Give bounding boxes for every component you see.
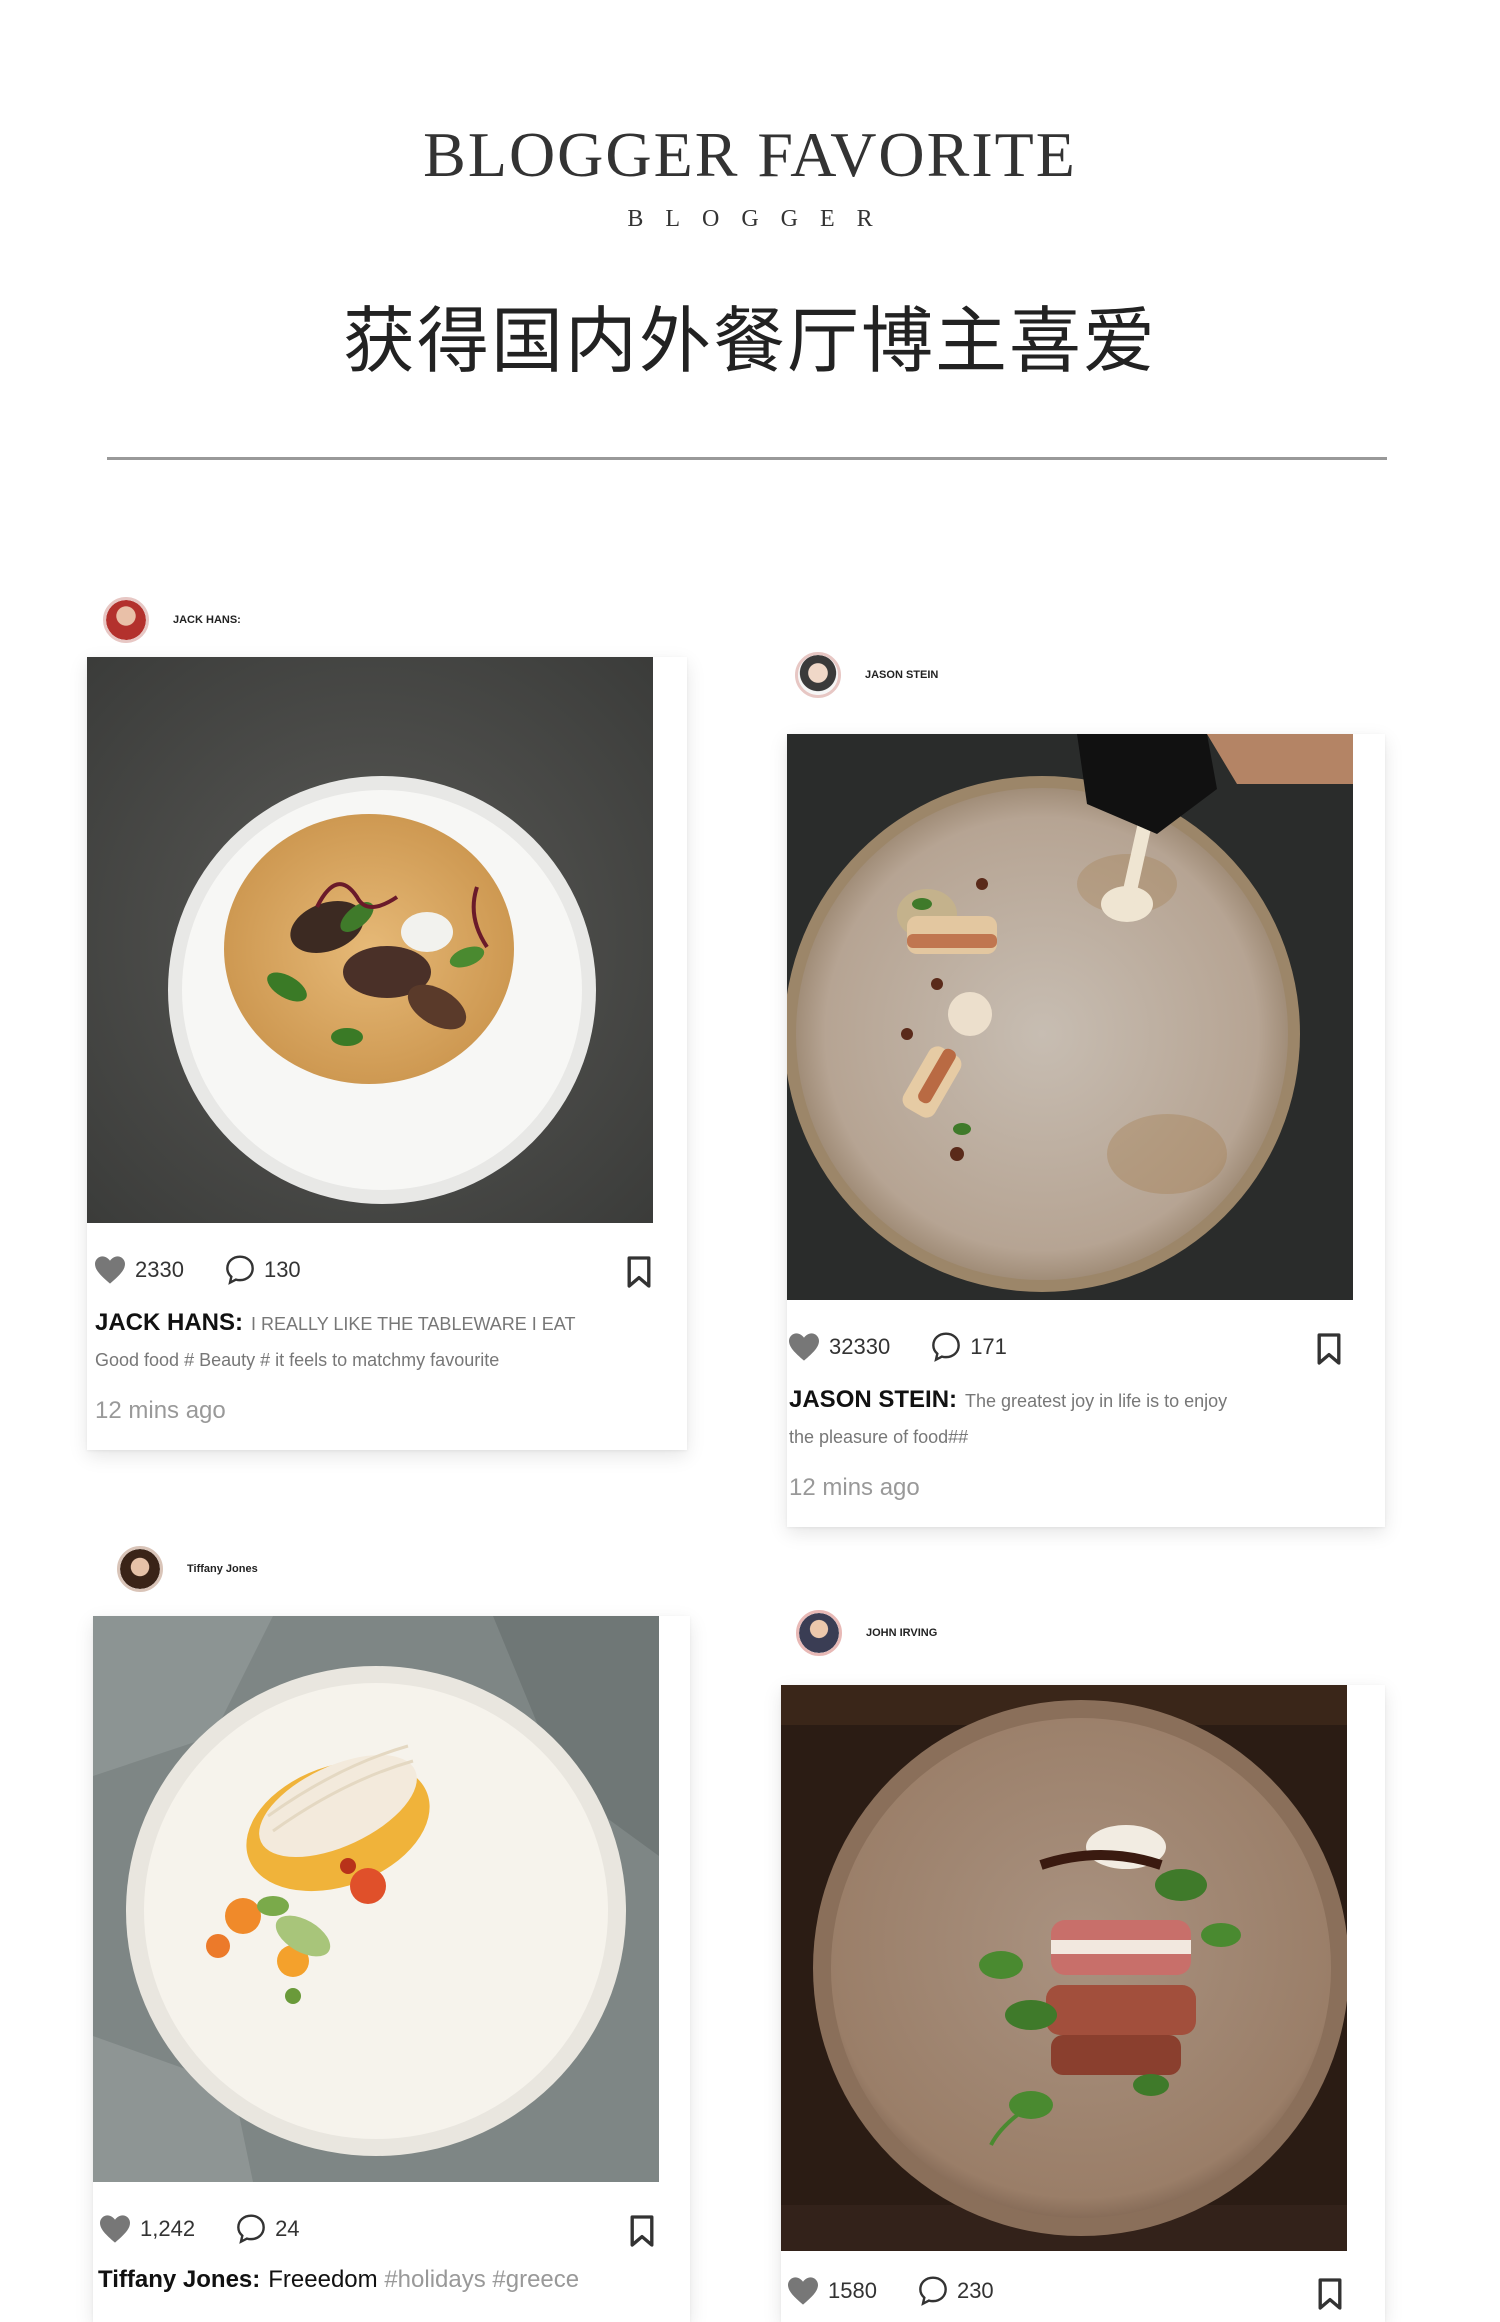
post-author[interactable]: JACK HANS: — [103, 597, 241, 643]
post-card: 2330 130 JACK HANS: I REALLY LIKE THE TAB… — [87, 657, 687, 1450]
author-name: Tiffany Jones — [187, 1563, 258, 1575]
section-divider — [107, 457, 1387, 460]
author-name: JASON STEIN — [865, 669, 939, 681]
post-photo[interactable] — [87, 657, 653, 1223]
page-title: BLOGGER FAVORITE — [423, 119, 1077, 190]
like-button[interactable]: 1,242 — [98, 2214, 195, 2244]
comment-bubble-icon — [919, 2276, 947, 2306]
post-stats: 32330 171 — [787, 1331, 1047, 1363]
comment-count: 24 — [275, 2216, 300, 2241]
caption-text: Freeedom — [268, 2266, 378, 2293]
comment-button[interactable]: 24 — [235, 2213, 300, 2245]
post-time: 12 mins ago — [789, 1474, 920, 1501]
caption-line-2: the pleasure of food## — [789, 1427, 969, 1447]
caption-line-2: Good food # Beauty # it feels to matchmy… — [95, 1350, 500, 1370]
caption-author[interactable]: JASON STEIN: — [789, 1386, 957, 1413]
caption-text: The greatest joy in life is to enjoy — [965, 1391, 1228, 1411]
avatar[interactable] — [796, 1610, 842, 1656]
comment-bubble-icon — [932, 1332, 961, 1362]
post-author[interactable]: Tiffany Jones — [117, 1546, 258, 1592]
post-caption: Tiffany Jones: Freeedom #holidays #greece — [98, 2266, 579, 2294]
comment-count: 171 — [970, 1334, 1007, 1359]
heart-icon — [789, 1333, 819, 1361]
post-photo[interactable] — [93, 1616, 659, 2182]
bookmark-icon[interactable] — [625, 1255, 653, 1289]
post-stats: 1580 230 — [786, 2275, 1034, 2307]
caption-author[interactable]: JACK HANS: — [95, 1309, 243, 1336]
post-author[interactable]: JOHN IRVING — [796, 1610, 937, 1656]
like-count: 1,242 — [140, 2216, 196, 2241]
page-chinese-title: 获得国内外餐厅博主喜爱 — [342, 299, 1157, 383]
heart-icon — [100, 2215, 130, 2243]
avatar[interactable] — [117, 1546, 163, 1592]
post-caption: JASON STEIN: The greatest joy in life is … — [789, 1386, 1227, 1414]
comment-count: 130 — [263, 1257, 301, 1282]
post-photo[interactable] — [787, 734, 1353, 1300]
page-subtitle: BLOGGER — [627, 206, 895, 232]
like-count: 2330 — [135, 1257, 184, 1282]
post-time: 12 mins ago — [95, 1397, 226, 1424]
post-stats: 1,242 24 — [98, 2213, 340, 2245]
post-card: 1580 230 — [781, 1685, 1385, 2322]
like-button[interactable]: 1580 — [786, 2276, 877, 2306]
author-name: JACK HANS: — [173, 614, 241, 626]
bookmark-icon[interactable] — [1316, 2277, 1344, 2311]
comment-bubble-icon — [226, 1255, 254, 1285]
post-caption: JACK HANS: I REALLY LIKE THE TABLEWARE I … — [95, 1309, 575, 1337]
avatar[interactable] — [103, 597, 149, 643]
comment-count: 230 — [956, 2278, 994, 2303]
bookmark-icon[interactable] — [628, 2214, 656, 2248]
post-card: 1,242 24 Tiffany Jones: Freeedom #holiday… — [93, 1616, 690, 2322]
like-button[interactable]: 2330 — [93, 1255, 184, 1285]
bookmark-icon[interactable] — [1315, 1332, 1343, 1366]
post-author[interactable]: JASON STEIN — [795, 652, 938, 698]
like-count: 32330 — [829, 1334, 891, 1359]
post-photo[interactable] — [781, 1685, 1347, 2251]
comment-bubble-icon — [237, 2214, 265, 2244]
comment-button[interactable]: 130 — [224, 1254, 301, 1286]
caption-author[interactable]: Tiffany Jones: — [98, 2266, 260, 2293]
comment-button[interactable]: 230 — [917, 2275, 994, 2307]
caption-tags[interactable]: #holidays #greece — [384, 2266, 579, 2293]
author-name: JOHN IRVING — [866, 1627, 938, 1639]
like-count: 1580 — [828, 2278, 877, 2303]
avatar[interactable] — [795, 652, 841, 698]
post-card: 32330 171 JASON STEIN: The greatest joy i… — [787, 734, 1385, 1527]
caption-text: I REALLY LIKE THE TABLEWARE I EAT — [251, 1314, 576, 1334]
heart-icon — [95, 1256, 125, 1284]
heart-icon — [788, 2277, 818, 2305]
like-button[interactable]: 32330 — [787, 1332, 890, 1362]
comment-button[interactable]: 171 — [930, 1331, 1007, 1363]
post-stats: 2330 130 — [93, 1254, 341, 1286]
